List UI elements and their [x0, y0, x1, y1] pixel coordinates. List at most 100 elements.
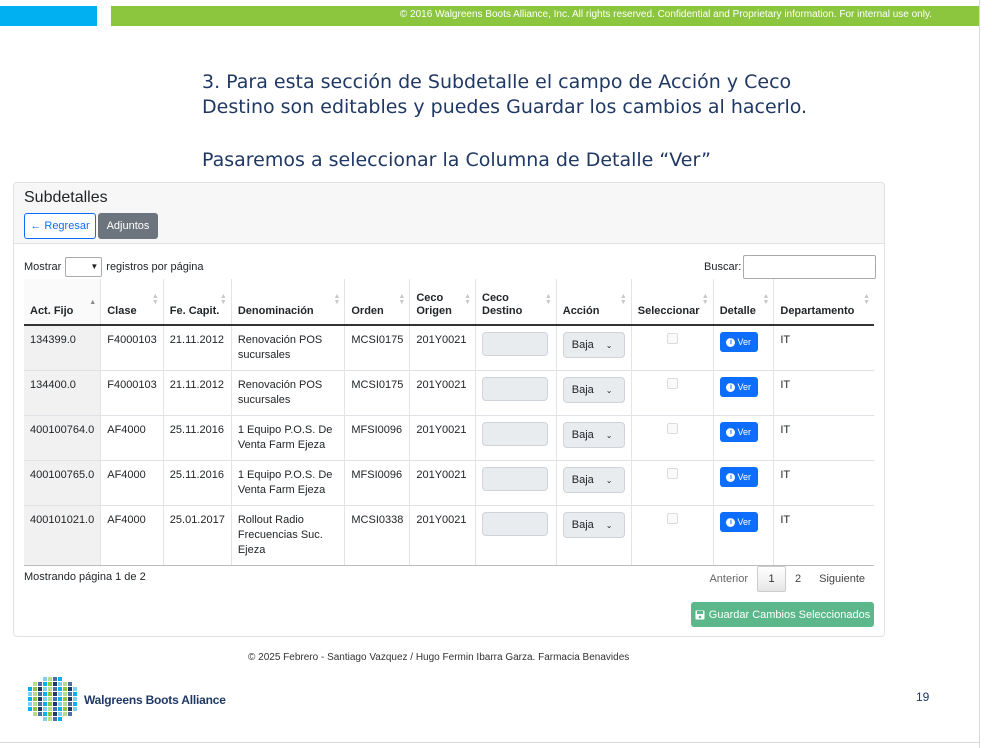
page-number: 19 [916, 690, 930, 704]
cell-orden: MFSI0096 [344, 415, 410, 461]
ver-button[interactable]: i Ver [719, 377, 758, 397]
ver-button[interactable]: i Ver [719, 332, 758, 352]
info-icon: i [726, 517, 736, 527]
ceco-destino-input[interactable] [482, 332, 548, 356]
back-button[interactable]: ← Regresar [24, 213, 96, 239]
save-changes-button[interactable]: Guardar Cambios Seleccionados [691, 602, 874, 627]
info-icon: i [726, 337, 736, 347]
cell-fe-capit: 21.11.2012 [162, 324, 232, 371]
ceco-destino-input[interactable] [482, 422, 548, 446]
accion-select[interactable]: Baja ⌄ [562, 422, 625, 448]
back-button-label: Regresar [44, 220, 90, 232]
col-label: Denominación [237, 305, 314, 317]
table-info: Mostrando página 1 de 2 [24, 571, 146, 583]
ver-button[interactable]: i Ver [719, 422, 758, 442]
sort-asc-icon: ▲ [89, 299, 97, 306]
cell-seleccionar [630, 415, 714, 461]
ver-label: Ver [737, 471, 751, 482]
cell-ceco-destino [475, 370, 557, 416]
accion-value: Baja [571, 518, 594, 531]
cell-accion: Baja ⌄ [555, 505, 632, 566]
select-checkbox[interactable] [666, 513, 678, 524]
col-fe-capit[interactable]: Fe. Capit. ▲ ▼ [162, 279, 232, 326]
info-icon: i [726, 382, 736, 392]
panel-title: Subdetalles [24, 189, 108, 206]
search-label: Buscar: [704, 261, 742, 273]
cell-fe-capit: 25.01.2017 [162, 505, 232, 566]
table-row: 400101021.0 AF4000 25.01.2017 Rollout Ra… [24, 505, 874, 566]
ver-label: Ver [737, 516, 751, 527]
cell-clase: AF4000 [100, 415, 164, 461]
show-prefix: Mostrar [24, 261, 62, 273]
cell-detalle: i Ver [712, 415, 774, 461]
ver-label: Ver [737, 336, 751, 347]
sort-icon: ▲ ▼ [701, 293, 709, 306]
chevron-down-icon: ▼ [90, 262, 99, 271]
col-act-fijo[interactable]: Act. Fijo ▲ [24, 279, 101, 326]
cell-ceco-destino [475, 460, 557, 506]
table-row: 134400.0 F4000103 21.11.2012 Renovación … [24, 370, 874, 416]
col-label: Acción [562, 305, 600, 317]
col-departamento[interactable]: Departamento ▲ ▼ [773, 279, 874, 326]
col-label: Act. Fijo [30, 305, 74, 317]
cell-departamento: IT [773, 505, 874, 566]
show-suffix: registros por página [106, 261, 204, 273]
search-input[interactable] [743, 255, 877, 279]
accion-value: Baja [571, 338, 594, 351]
cell-accion: Baja ⌄ [555, 324, 632, 371]
wba-mosaic-logo-icon [28, 677, 77, 721]
sort-icon: ▲ ▼ [333, 293, 341, 306]
banner-copyright: © 2016 Walgreens Boots Alliance, Inc. Al… [399, 9, 932, 20]
col-detalle[interactable]: Detalle ▲ ▼ [712, 279, 774, 326]
select-checkbox[interactable] [666, 423, 678, 434]
col-clase[interactable]: Clase ▲ ▼ [100, 279, 164, 326]
accion-select[interactable]: Baja ⌄ [562, 332, 625, 358]
sort-icon: ▲ ▼ [151, 293, 159, 306]
slide-top-banner: © 2016 Walgreens Boots Alliance, Inc. Al… [0, 6, 980, 26]
cell-detalle: i Ver [712, 505, 774, 566]
attachments-button[interactable]: Adjuntos [98, 213, 158, 239]
pagination-previous[interactable]: Anterior [700, 566, 757, 592]
col-denominacion[interactable]: Denominación ▲ ▼ [230, 279, 345, 326]
ver-label: Ver [737, 426, 751, 437]
cell-fe-capit: 21.11.2012 [162, 370, 232, 416]
col-seleccionar[interactable]: Seleccionar ▲ ▼ [630, 279, 714, 326]
ver-label: Ver [737, 381, 751, 392]
cell-ceco-destino [475, 415, 557, 461]
cell-act-fijo: 400100764.0 [24, 415, 101, 461]
pagination-page-1[interactable]: 1 [757, 566, 786, 592]
pagination-page-2[interactable]: 2 [786, 566, 810, 592]
ceco-destino-input[interactable] [482, 377, 548, 401]
chevron-down-icon: ⌄ [605, 475, 613, 485]
cell-clase: F4000103 [100, 370, 164, 416]
select-checkbox[interactable] [666, 468, 678, 479]
col-orden[interactable]: Orden ▲ ▼ [344, 279, 410, 326]
cell-departamento: IT [773, 324, 874, 371]
accion-select[interactable]: Baja ⌄ [562, 377, 625, 403]
pagination-next[interactable]: Siguiente [810, 566, 874, 592]
sort-icon: ▲ ▼ [619, 293, 627, 306]
cell-accion: Baja ⌄ [555, 415, 632, 461]
col-accion[interactable]: Acción ▲ ▼ [555, 279, 632, 326]
accion-select[interactable]: Baja ⌄ [562, 512, 625, 538]
select-checkbox[interactable] [666, 378, 678, 389]
ver-button[interactable]: i Ver [719, 467, 758, 487]
cell-departamento: IT [773, 460, 874, 506]
accion-select[interactable]: Baja ⌄ [562, 467, 625, 493]
col-ceco-origen[interactable]: Ceco Origen ▲ ▼ [409, 279, 476, 326]
cell-act-fijo: 400100765.0 [24, 460, 101, 506]
sort-icon: ▲ ▼ [544, 293, 552, 306]
sort-icon: ▲ ▼ [398, 293, 406, 306]
accion-value: Baja [571, 383, 594, 396]
select-checkbox[interactable] [666, 333, 678, 344]
cell-orden: MCSI0175 [344, 324, 410, 371]
ceco-destino-input[interactable] [482, 467, 548, 491]
page-length-select[interactable]: ▼ [65, 257, 103, 277]
col-ceco-destino[interactable]: Ceco Destino ▲ ▼ [475, 279, 557, 326]
table-header-row: Act. Fijo ▲ Clase ▲ ▼ Fe. Capit. ▲ ▼ Denomina… [24, 279, 874, 326]
ceco-destino-input[interactable] [482, 512, 548, 536]
slide-bottom-edge [0, 742, 980, 743]
instruction-line-3: Pasaremos a seleccionar la Columna de De… [202, 149, 711, 171]
ver-button[interactable]: i Ver [719, 512, 758, 532]
table-row: 400100764.0 AF4000 25.11.2016 1 Equipo P… [24, 415, 874, 461]
